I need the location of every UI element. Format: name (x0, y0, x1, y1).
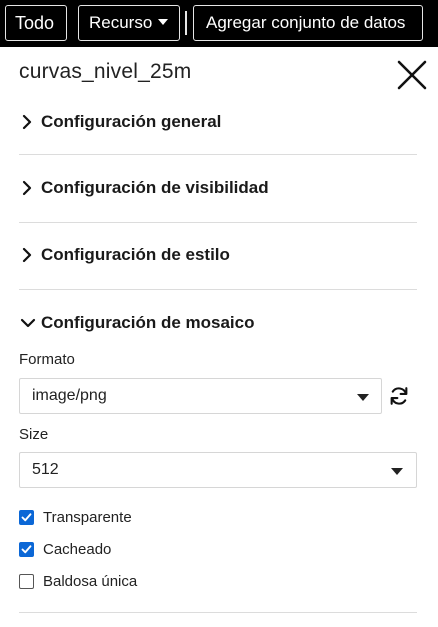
transparente-label: Transparente (43, 508, 132, 526)
cacheado-checkbox-row[interactable]: Cacheado (19, 539, 111, 559)
agregar-conjunto-datos-button[interactable]: Agregar conjunto de datos (193, 5, 423, 41)
chevron-right-icon (22, 180, 32, 196)
section-label: Configuración de estilo (41, 245, 230, 264)
recurso-dropdown-button[interactable]: Recurso (78, 5, 180, 41)
chevron-right-icon (22, 114, 32, 130)
check-icon (21, 544, 32, 553)
section-configuracion-visibilidad[interactable]: Configuración de visibilidad (19, 176, 269, 200)
caret-down-icon (357, 394, 369, 401)
close-icon[interactable] (396, 59, 428, 91)
recurso-button-label: Recurso (89, 13, 153, 32)
baldosa-unica-checkbox-row[interactable]: Baldosa única (19, 571, 137, 591)
transparente-checkbox-row[interactable]: Transparente (19, 507, 132, 527)
chevron-down-icon (20, 318, 36, 328)
divider (19, 222, 417, 223)
formato-select[interactable]: image/png (19, 378, 382, 414)
size-select[interactable]: 512 (19, 452, 417, 488)
baldosa-unica-checkbox[interactable] (19, 573, 34, 589)
section-label: Configuración de visibilidad (41, 178, 269, 197)
baldosa-unica-label: Baldosa única (43, 572, 138, 590)
section-label: Configuración de mosaico (41, 313, 255, 332)
cacheado-label: Cacheado (43, 540, 112, 558)
section-label: Configuración general (41, 112, 222, 131)
cacheado-checkbox[interactable] (19, 541, 34, 557)
check-icon (21, 512, 32, 521)
topbar: Todo Recurso Agregar conjunto de datos (0, 0, 438, 47)
transparente-checkbox[interactable] (19, 509, 34, 525)
size-select-value: 512 (32, 461, 59, 478)
section-configuracion-general[interactable]: Configuración general (19, 110, 221, 134)
refresh-icon[interactable] (388, 385, 410, 407)
todo-button-label: Todo (15, 13, 55, 33)
caret-down-icon (158, 18, 169, 25)
section-configuracion-mosaico[interactable]: Configuración de mosaico (19, 311, 254, 335)
section-configuracion-estilo[interactable]: Configuración de estilo (19, 243, 230, 267)
formato-select-value: image/png (32, 387, 107, 404)
formato-label: Formato (19, 351, 75, 368)
todo-button[interactable]: Todo (5, 5, 67, 41)
panel-title: curvas_nivel_25m (19, 60, 192, 83)
divider (19, 612, 417, 613)
size-label: Size (19, 426, 49, 443)
agregar-button-label: Agregar conjunto de datos (206, 13, 406, 32)
toolbar-separator (185, 11, 187, 35)
divider (19, 289, 417, 290)
caret-down-icon (391, 468, 403, 475)
divider (19, 154, 417, 155)
chevron-right-icon (22, 247, 32, 263)
